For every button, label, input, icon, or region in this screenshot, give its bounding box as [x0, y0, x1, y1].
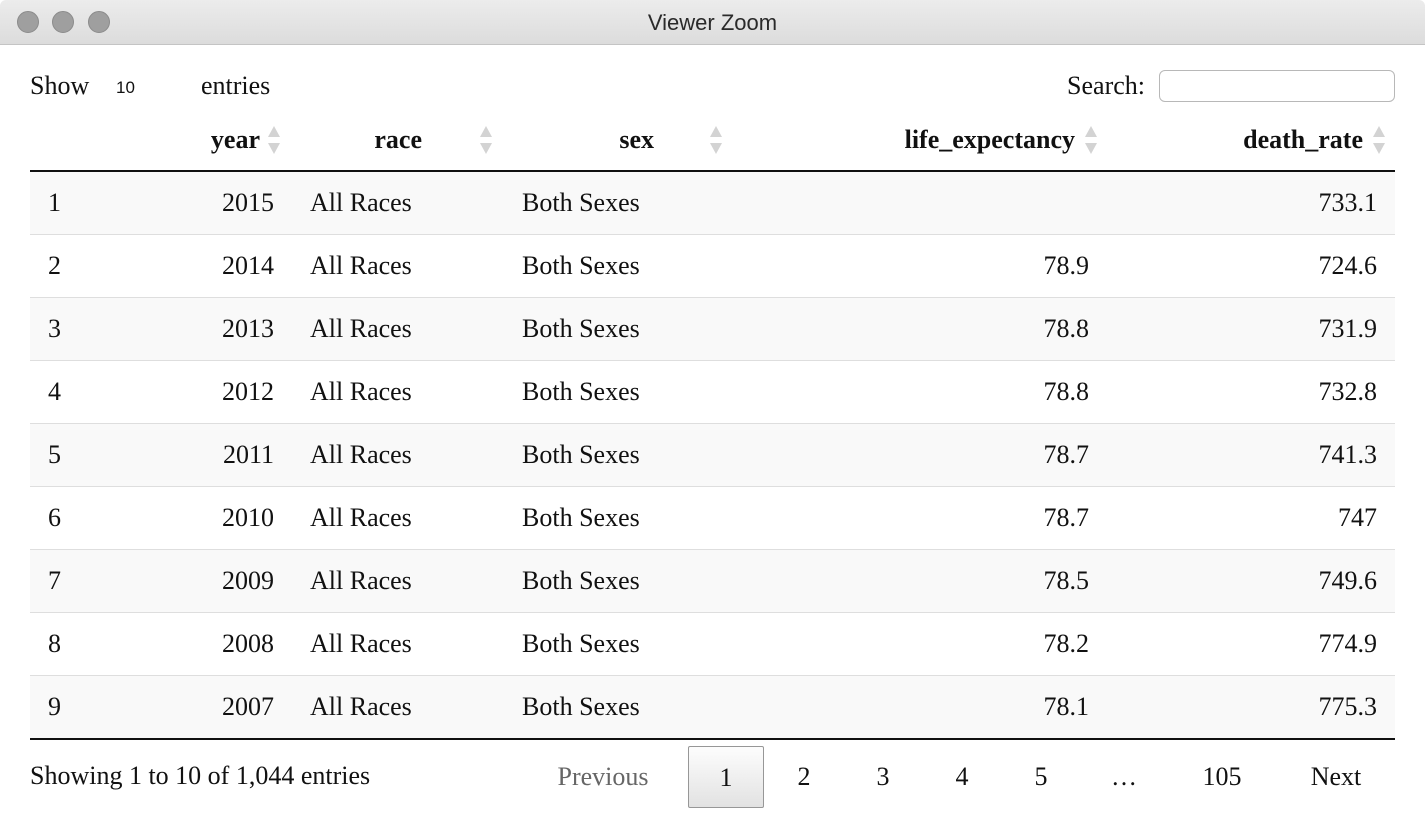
race-cell: All Races	[292, 612, 504, 676]
column-header-index	[30, 110, 100, 172]
sex-cell: Both Sexes	[504, 360, 734, 424]
race-cell: All Races	[292, 675, 504, 740]
row-index-cell: 3	[30, 297, 100, 361]
table-row: 8 2008 All Races Both Sexes 78.2 774.9	[30, 612, 1395, 676]
pagination-ellipsis: …	[1111, 762, 1137, 791]
life-expectancy-cell: 78.7	[734, 486, 1107, 550]
year-cell: 2008	[100, 612, 292, 676]
sex-cell: Both Sexes	[504, 234, 734, 298]
year-cell: 2007	[100, 675, 292, 740]
death-rate-cell: 741.3	[1107, 423, 1395, 487]
sort-icon[interactable]	[1085, 126, 1097, 154]
row-index-cell: 1	[30, 171, 100, 235]
life-expectancy-cell: 78.8	[734, 297, 1107, 361]
death-rate-cell: 774.9	[1107, 612, 1395, 676]
row-index-cell: 5	[30, 423, 100, 487]
death-rate-cell: 732.8	[1107, 360, 1395, 424]
table-row: 3 2013 All Races Both Sexes 78.8 731.9	[30, 297, 1395, 361]
row-index-cell: 8	[30, 612, 100, 676]
sort-icon[interactable]	[710, 126, 722, 154]
page-button-105[interactable]: 105	[1186, 746, 1258, 808]
row-index-cell: 7	[30, 549, 100, 613]
race-cell: All Races	[292, 234, 504, 298]
table-row: 6 2010 All Races Both Sexes 78.7 747	[30, 486, 1395, 550]
table-row: 2 2014 All Races Both Sexes 78.9 724.6	[30, 234, 1395, 298]
life-expectancy-cell: 78.2	[734, 612, 1107, 676]
show-label: Show	[30, 71, 90, 100]
entries-per-page-select[interactable]: 10	[108, 72, 188, 102]
table-body: 1 2015 All Races Both Sexes 733.1 2 2014…	[30, 171, 1395, 740]
table-row: 7 2009 All Races Both Sexes 78.5 749.6	[30, 549, 1395, 613]
year-cell: 2011	[100, 423, 292, 487]
year-cell: 2009	[100, 549, 292, 613]
search-input[interactable]	[1159, 70, 1395, 102]
page-button-2[interactable]: 2	[780, 746, 828, 808]
life-expectancy-cell: 78.7	[734, 423, 1107, 487]
page-button-4[interactable]: 4	[938, 746, 986, 808]
row-index-cell: 6	[30, 486, 100, 550]
race-cell: All Races	[292, 423, 504, 487]
year-cell: 2010	[100, 486, 292, 550]
table-row: 1 2015 All Races Both Sexes 733.1	[30, 171, 1395, 235]
death-rate-cell: 731.9	[1107, 297, 1395, 361]
life-expectancy-cell: 78.8	[734, 360, 1107, 424]
sex-cell: Both Sexes	[504, 297, 734, 361]
death-rate-cell: 747	[1107, 486, 1395, 550]
death-rate-cell: 749.6	[1107, 549, 1395, 613]
column-header-label: race	[374, 125, 422, 154]
column-header-race[interactable]: race	[292, 110, 504, 172]
table-info: Showing 1 to 10 of 1,044 entries	[30, 761, 371, 790]
table-row: 9 2007 All Races Both Sexes 78.1 775.3	[30, 675, 1395, 740]
row-index-cell: 4	[30, 360, 100, 424]
sex-cell: Both Sexes	[504, 612, 734, 676]
column-header-label: life_expectancy	[904, 125, 1075, 154]
sort-icon[interactable]	[268, 126, 280, 154]
column-header-year[interactable]: year	[100, 110, 292, 172]
death-rate-cell: 775.3	[1107, 675, 1395, 740]
column-header-life-expectancy[interactable]: life_expectancy	[734, 110, 1107, 172]
table-header: year race sex life_expectancy death_rate	[30, 110, 1395, 172]
column-header-label: year	[210, 125, 260, 154]
sex-cell: Both Sexes	[504, 171, 734, 235]
year-cell: 2015	[100, 171, 292, 235]
race-cell: All Races	[292, 549, 504, 613]
race-cell: All Races	[292, 360, 504, 424]
column-header-sex[interactable]: sex	[504, 110, 734, 172]
sort-icon[interactable]	[1373, 126, 1385, 154]
race-cell: All Races	[292, 171, 504, 235]
life-expectancy-cell: 78.5	[734, 549, 1107, 613]
sort-icon[interactable]	[480, 126, 492, 154]
window-titlebar: Viewer Zoom	[0, 0, 1425, 45]
page-button-3[interactable]: 3	[859, 746, 907, 808]
table-row: 4 2012 All Races Both Sexes 78.8 732.8	[30, 360, 1395, 424]
search-label: Search:	[1067, 71, 1145, 100]
column-header-death-rate[interactable]: death_rate	[1107, 110, 1395, 172]
race-cell: All Races	[292, 297, 504, 361]
row-index-cell: 9	[30, 675, 100, 740]
year-cell: 2012	[100, 360, 292, 424]
page-button-1[interactable]: 1	[688, 746, 764, 808]
data-table: year race sex life_expectancy death_rate…	[30, 110, 1395, 740]
sex-cell: Both Sexes	[504, 423, 734, 487]
window-title: Viewer Zoom	[647, 10, 778, 35]
next-page-button[interactable]: Next	[1296, 746, 1376, 808]
life-expectancy-cell	[734, 171, 1107, 235]
life-expectancy-cell: 78.9	[734, 234, 1107, 298]
previous-page-button[interactable]: Previous	[540, 746, 666, 808]
row-index-cell: 2	[30, 234, 100, 298]
year-cell: 2014	[100, 234, 292, 298]
entries-label: entries	[201, 71, 271, 100]
column-header-label: sex	[619, 125, 654, 154]
year-cell: 2013	[100, 297, 292, 361]
table-row: 5 2011 All Races Both Sexes 78.7 741.3	[30, 423, 1395, 487]
page-button-5[interactable]: 5	[1017, 746, 1065, 808]
sex-cell: Both Sexes	[504, 549, 734, 613]
column-header-label: death_rate	[1243, 125, 1363, 154]
death-rate-cell: 724.6	[1107, 234, 1395, 298]
life-expectancy-cell: 78.1	[734, 675, 1107, 740]
sex-cell: Both Sexes	[504, 486, 734, 550]
death-rate-cell: 733.1	[1107, 171, 1395, 235]
sex-cell: Both Sexes	[504, 675, 734, 740]
race-cell: All Races	[292, 486, 504, 550]
